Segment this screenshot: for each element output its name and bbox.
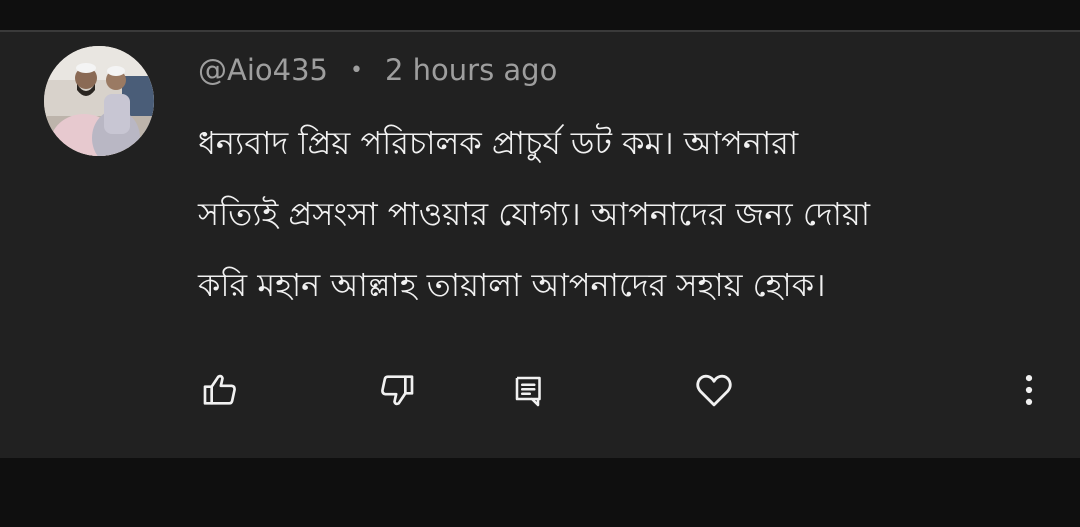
heart-icon (696, 374, 732, 407)
avatar[interactable] (44, 46, 154, 156)
comment-text: ধন্যবাদ প্রিয় পরিচালক প্রাচুর্য ডট কম। … (198, 108, 1028, 321)
comment-line: ধন্যবাদ প্রিয় পরিচালক প্রাচুর্য ডট কম। … (198, 124, 799, 162)
dislike-button[interactable] (375, 368, 419, 412)
like-button[interactable] (198, 368, 242, 412)
comment-meta: @Aio435 • 2 hours ago (198, 50, 557, 90)
heart-button[interactable] (692, 368, 736, 412)
bottom-bar (0, 458, 1080, 527)
comment-timestamp[interactable]: 2 hours ago (385, 53, 557, 87)
reply-button[interactable] (507, 368, 551, 412)
more-options-button[interactable] (1007, 368, 1051, 412)
top-bar (0, 0, 1080, 30)
avatar-image (44, 46, 154, 156)
meta-separator: • (350, 57, 363, 83)
comment-line: করি মহান আল্লাহ তায়ালা আপনাদের সহায় হো… (198, 266, 826, 304)
reply-icon (515, 376, 541, 407)
author-handle[interactable]: @Aio435 (198, 53, 328, 87)
thumbs-up-icon (203, 374, 236, 405)
thumbs-down-icon (381, 375, 414, 406)
more-vertical-icon (1025, 374, 1033, 406)
comment-line: সত্যিই প্রসংসা পাওয়ার যোগ্য। আপনাদের জন… (198, 195, 871, 233)
